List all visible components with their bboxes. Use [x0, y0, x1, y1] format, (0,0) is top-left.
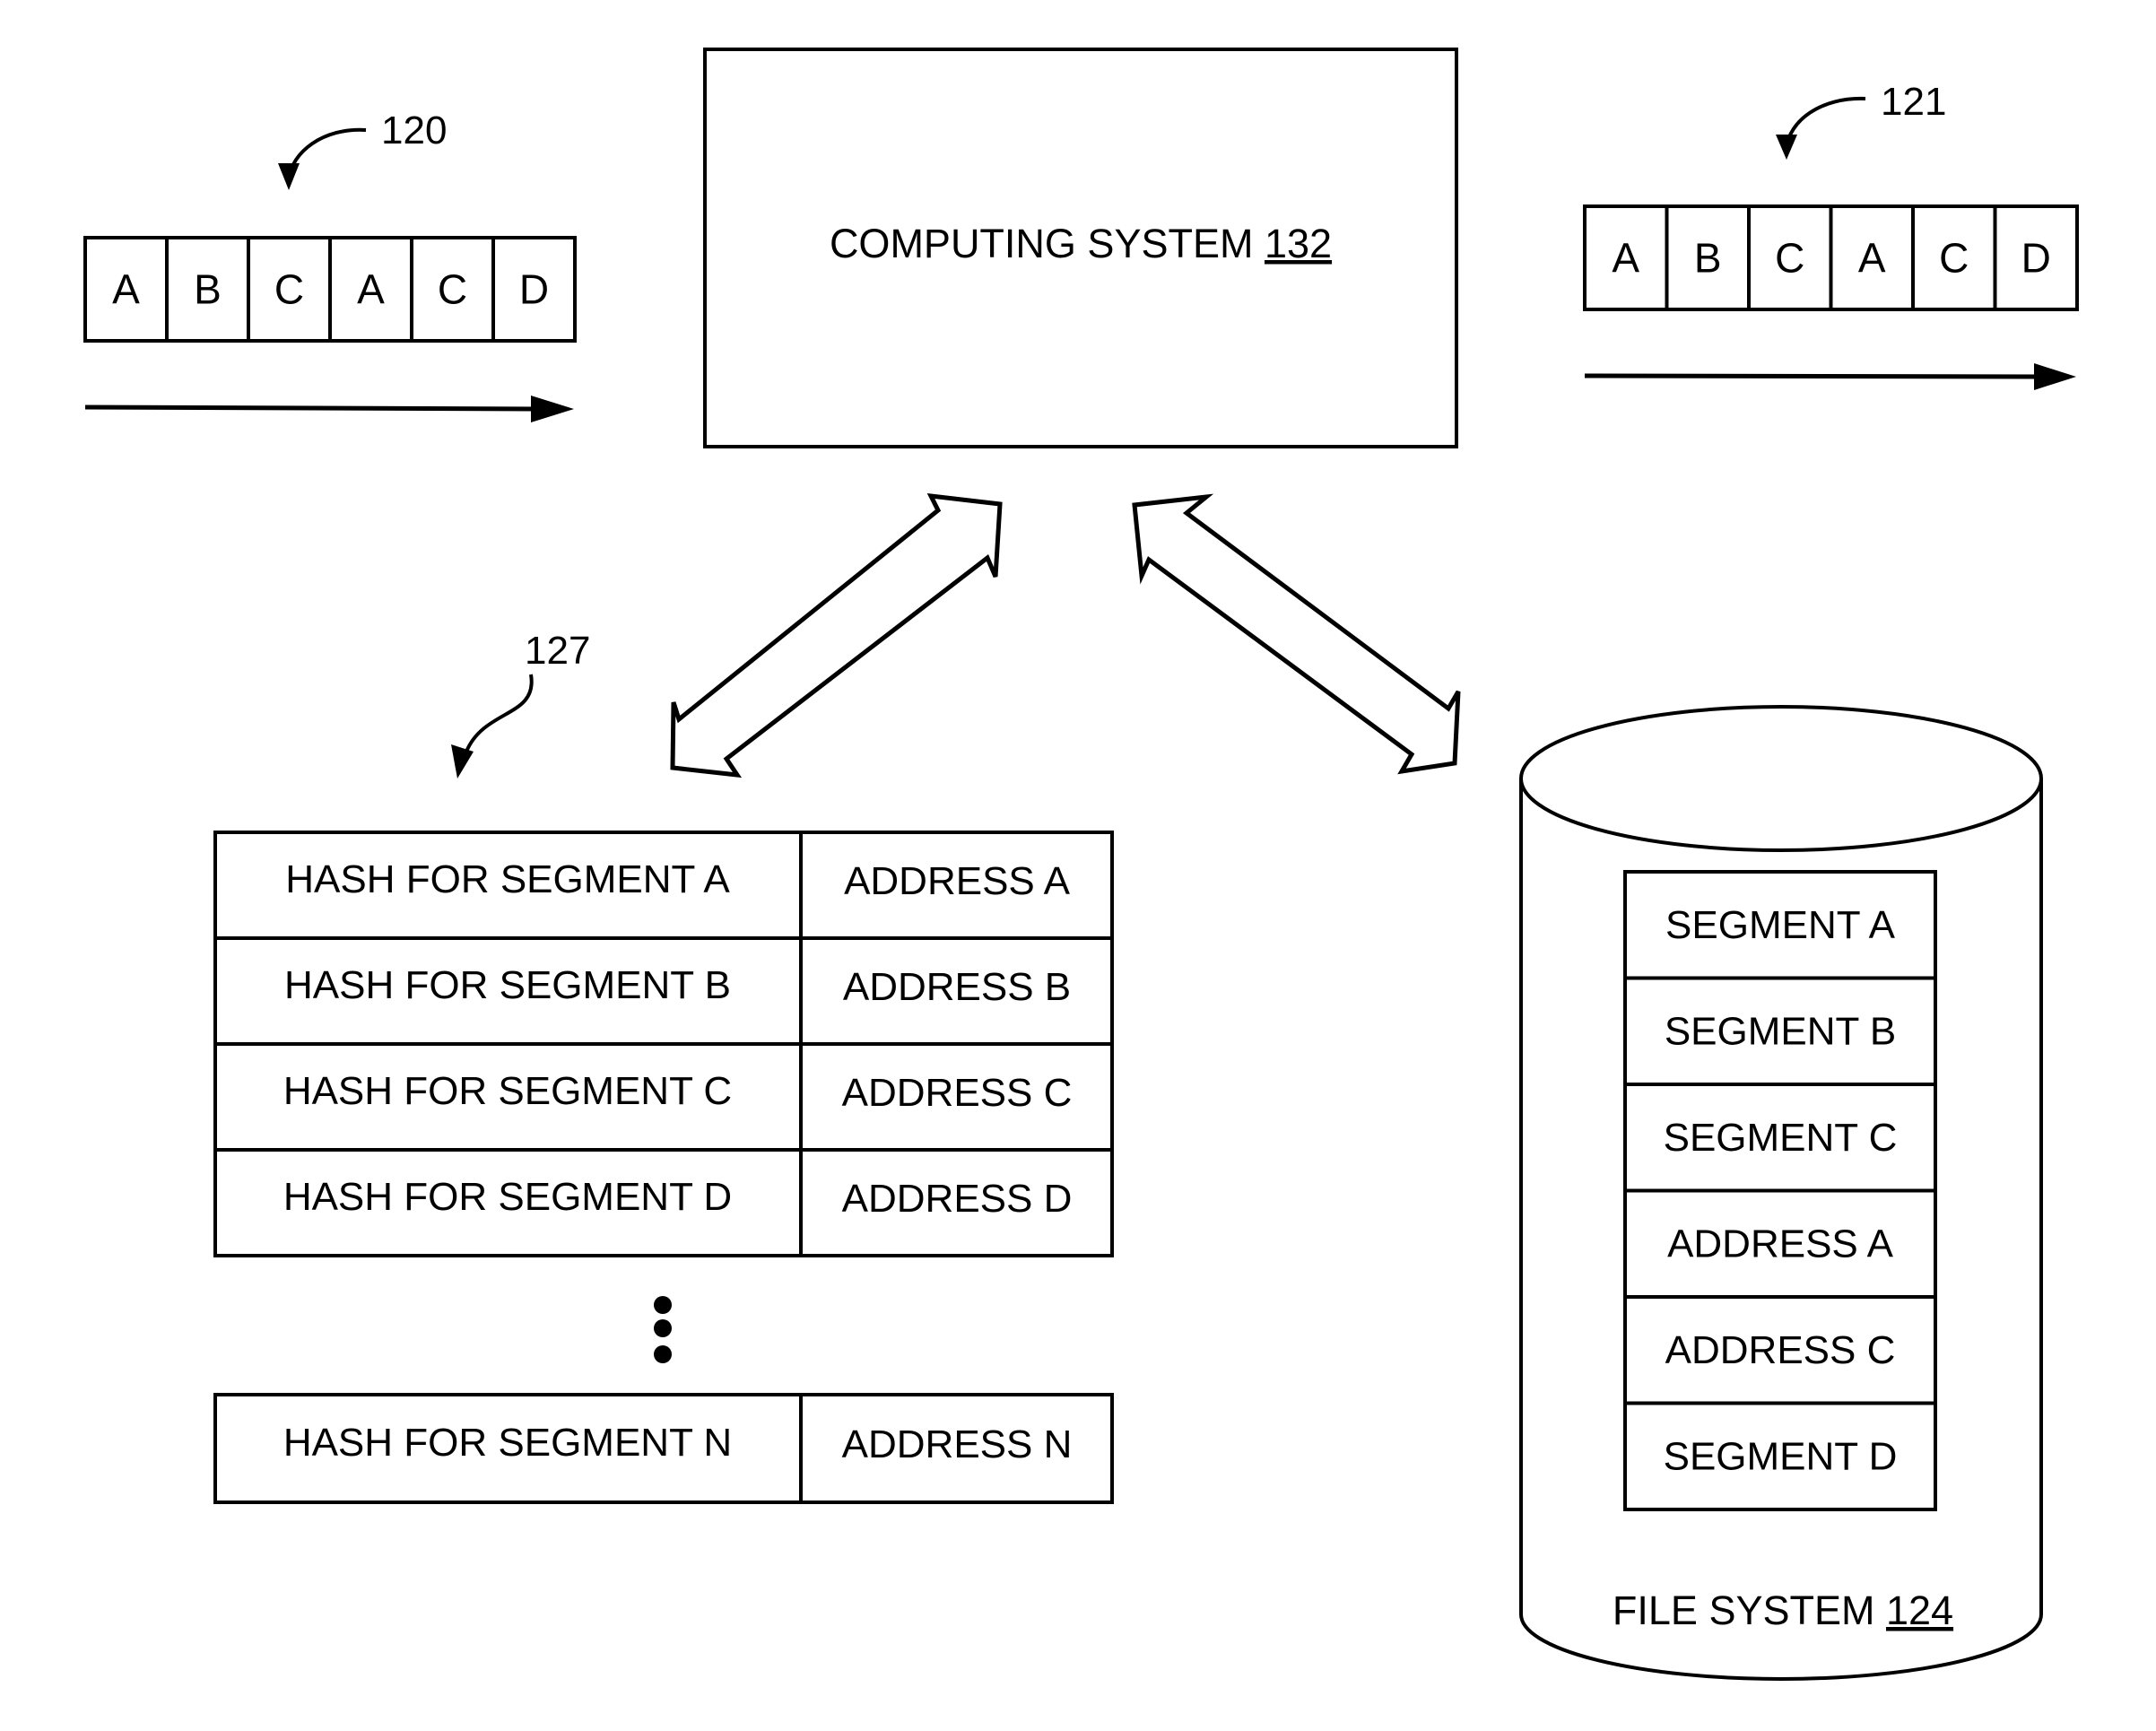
stream-segment-cell: A [1583, 204, 1669, 311]
hash-cell-label: HASH FOR SEGMENT B [284, 963, 731, 1007]
ref-label-120: 120 [381, 109, 447, 152]
segment-cell-label: C [438, 266, 467, 313]
stream-segment-cell: A [328, 236, 413, 343]
stream-segment-cell: C [247, 236, 332, 343]
leader-arrow-120 [287, 127, 367, 180]
stream-segment-cell: C [1911, 204, 1997, 311]
output-stream-cells: ABCACD [1583, 204, 2079, 311]
hash-table-row: HASH FOR SEGMENT N ADDRESS N [213, 1393, 1114, 1504]
file-system-entry: SEGMENT C [1623, 1083, 1937, 1193]
input-stream-120: 120 A B C A C D [83, 109, 577, 422]
stream-segment-cell: C [1747, 204, 1833, 311]
segment-cell-label: A [357, 266, 385, 313]
leader-arrow-121 [1785, 96, 1866, 149]
stream-segment-cell: A [83, 236, 169, 343]
stream-segment-cell: B [165, 236, 250, 343]
address-cell-label: ADDRESS C [842, 1071, 1073, 1115]
segment-cell-label: A [1858, 235, 1886, 282]
computing-system-label: COMPUTING SYSTEM 132 [830, 221, 1332, 266]
hash-cell-label: HASH FOR SEGMENT C [283, 1069, 732, 1113]
double-arrow-file-system [1132, 493, 1461, 775]
file-system-entry: SEGMENT A [1623, 870, 1937, 980]
leader-arrowhead-120 [278, 163, 300, 190]
address-cell-label: ADDRESS N [842, 1422, 1073, 1466]
ellipsis-dot [654, 1296, 672, 1314]
segment-cell-label: D [2021, 235, 2051, 282]
double-arrow-hash-table [670, 492, 1003, 779]
leader-arrowhead-121 [1776, 135, 1797, 160]
hash-table-row: HASH FOR SEGMENT A ADDRESS A [213, 831, 1114, 940]
segment-cell-label: D [519, 266, 549, 313]
segment-cell-label: C [1775, 235, 1804, 282]
input-flow-arrow-line [84, 404, 539, 412]
ref-label-121: 121 [1881, 80, 1946, 124]
leader-arrow-127 [465, 674, 534, 752]
file-system-entry-label: SEGMENT B [1665, 1010, 1896, 1054]
hash-table-row: HASH FOR SEGMENT C ADDRESS C [213, 1042, 1114, 1152]
file-system-entry: SEGMENT B [1623, 976, 1937, 1086]
hash-table-row: HASH FOR SEGMENT D ADDRESS D [213, 1148, 1114, 1257]
stream-segment-cell: B [1665, 204, 1751, 311]
file-system-entry-label: SEGMENT C [1664, 1116, 1898, 1160]
file-system-entries: SEGMENT A SEGMENT B SEGMENT C ADDRESS A ADDR… [1623, 870, 1937, 1511]
output-stream-121: 121 A B C A C D [1583, 80, 2079, 390]
hash-cell-label: HASH FOR SEGMENT D [283, 1175, 732, 1219]
hash-table-127: 127 HASH FOR SEGMENT A ADDRESS AHASH FOR … [213, 629, 1114, 1504]
output-flow-arrowhead [2034, 363, 2076, 390]
hash-table-last-row: HASH FOR SEGMENT N ADDRESS N [213, 1393, 1114, 1504]
cylinder-top [1519, 705, 2043, 852]
hash-cell-label: HASH FOR SEGMENT N [283, 1421, 732, 1465]
dedup-diagram: 120 A B C A C D 121 A B C A C D COMPUTING SYSTEM 1… [83, 48, 2079, 1681]
hash-table-row: HASH FOR SEGMENT B ADDRESS B [213, 936, 1114, 1046]
segment-cell-label: B [194, 266, 222, 313]
segment-cell-label: A [112, 266, 140, 313]
file-system-entry: ADDRESS A [1623, 1188, 1937, 1299]
ref-label-127: 127 [525, 629, 590, 673]
file-system-label: FILE SYSTEM 124 [1613, 1587, 1953, 1633]
computing-system-ref: 132 [1265, 221, 1332, 266]
file-system-entry-label: ADDRESS A [1667, 1222, 1894, 1266]
segment-cell-label: A [1612, 235, 1639, 282]
stream-segment-cell: C [410, 236, 495, 343]
ellipsis-dot [654, 1345, 672, 1363]
segment-cell-label: C [1939, 235, 1969, 282]
ellipsis-dot [654, 1319, 672, 1337]
segment-cell-label: C [274, 266, 304, 313]
hash-table-rows: HASH FOR SEGMENT A ADDRESS AHASH FOR SEGM… [213, 831, 1114, 1257]
address-cell-label: ADDRESS B [843, 965, 1071, 1009]
file-system-entry-label: ADDRESS C [1665, 1328, 1896, 1372]
stream-segment-cell: D [491, 236, 577, 343]
computing-system-132: COMPUTING SYSTEM 132 [703, 48, 1458, 448]
file-system-ref: 124 [1886, 1587, 1953, 1633]
leader-arrowhead-127 [451, 744, 474, 779]
segment-cell-label: B [1694, 235, 1722, 282]
address-cell-label: ADDRESS D [842, 1177, 1073, 1221]
file-system-entry-label: SEGMENT D [1664, 1435, 1898, 1479]
stream-segment-cell: A [1829, 204, 1915, 311]
output-flow-arrow-line [1584, 373, 2041, 379]
stream-segment-cell: D [1993, 204, 2079, 311]
input-flow-arrowhead [531, 396, 574, 422]
address-cell-label: ADDRESS A [844, 859, 1071, 903]
file-system-entry: SEGMENT D [1623, 1401, 1937, 1511]
input-stream-cells: ABCACD [83, 236, 577, 343]
file-system-124: SEGMENT A SEGMENT B SEGMENT C ADDRESS A ADDR… [1519, 705, 2043, 1681]
hash-cell-label: HASH FOR SEGMENT A [285, 857, 730, 901]
file-system-entry-label: SEGMENT A [1665, 903, 1896, 947]
file-system-entry: ADDRESS C [1623, 1295, 1937, 1405]
